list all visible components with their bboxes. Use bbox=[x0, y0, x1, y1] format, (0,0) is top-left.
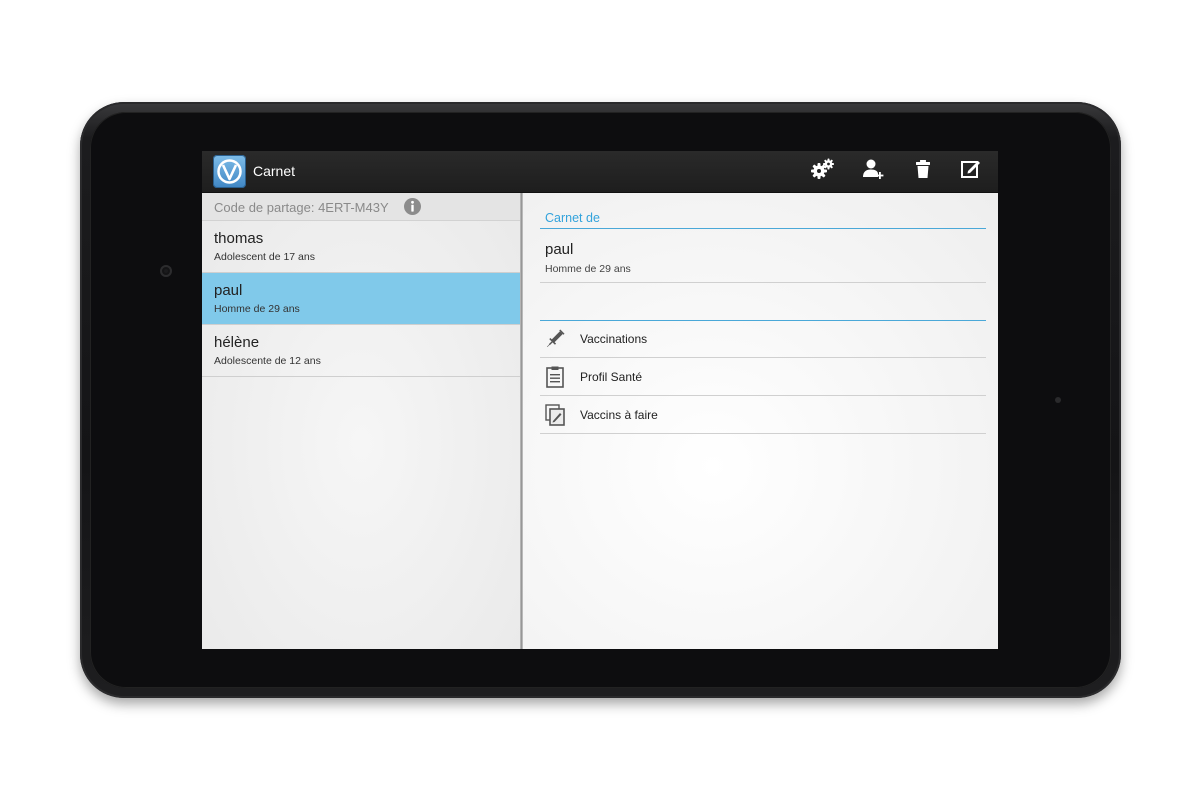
person-item-helene[interactable]: hélène Adolescente de 12 ans bbox=[202, 325, 520, 377]
person-name: hélène bbox=[214, 334, 260, 351]
app-title: Carnet bbox=[253, 163, 296, 179]
menu-item-profil-sante[interactable]: Profil Santé bbox=[540, 358, 986, 396]
light-sensor bbox=[1055, 397, 1061, 403]
person-name: paul bbox=[214, 282, 243, 299]
section-header-carnet: Carnet de bbox=[540, 211, 986, 229]
add-person-icon bbox=[861, 157, 885, 186]
person-name: thomas bbox=[214, 230, 264, 247]
notes-edit-icon bbox=[543, 403, 567, 427]
person-description: Adolescent de 17 ans bbox=[214, 251, 315, 263]
divider bbox=[540, 282, 986, 283]
clipboard-icon bbox=[543, 365, 567, 389]
trash-icon bbox=[913, 158, 933, 185]
settings-icon bbox=[810, 157, 836, 186]
app-logo-icon[interactable] bbox=[213, 155, 246, 188]
share-code-text: Code de partage: 4ERT-M43Y bbox=[214, 200, 389, 215]
owner-description: Homme de 29 ans bbox=[545, 263, 631, 275]
add-person-button[interactable] bbox=[858, 156, 888, 186]
person-item-thomas[interactable]: thomas Adolescent de 17 ans bbox=[202, 221, 520, 273]
front-camera bbox=[160, 265, 172, 277]
menu-item-vaccins-a-faire[interactable]: Vaccins à faire bbox=[540, 396, 986, 434]
app-screen: Carnet Code de partage: 4ERT-M43Y thomas… bbox=[202, 151, 998, 649]
people-list-pane: Code de partage: 4ERT-M43Y thomas Adoles… bbox=[202, 193, 520, 649]
person-description: Homme de 29 ans bbox=[214, 303, 300, 315]
person-description: Adolescente de 12 ans bbox=[214, 355, 321, 367]
settings-button[interactable] bbox=[808, 156, 838, 186]
edit-icon bbox=[959, 157, 983, 186]
owner-name: paul bbox=[545, 241, 574, 258]
detail-pane: Carnet de paul Homme de 29 ans Vaccinati… bbox=[523, 193, 998, 649]
menu-label: Profil Santé bbox=[580, 370, 643, 384]
menu-label: Vaccins à faire bbox=[580, 408, 658, 422]
info-icon[interactable] bbox=[403, 197, 422, 221]
action-bar: Carnet bbox=[202, 151, 998, 193]
edit-button[interactable] bbox=[956, 156, 986, 186]
share-code-row: Code de partage: 4ERT-M43Y bbox=[202, 193, 520, 221]
syringe-icon bbox=[543, 327, 567, 351]
person-item-paul[interactable]: paul Homme de 29 ans bbox=[202, 273, 520, 325]
menu-label: Vaccinations bbox=[580, 332, 648, 346]
menu-item-vaccinations[interactable]: Vaccinations bbox=[540, 320, 986, 358]
delete-button[interactable] bbox=[908, 156, 938, 186]
